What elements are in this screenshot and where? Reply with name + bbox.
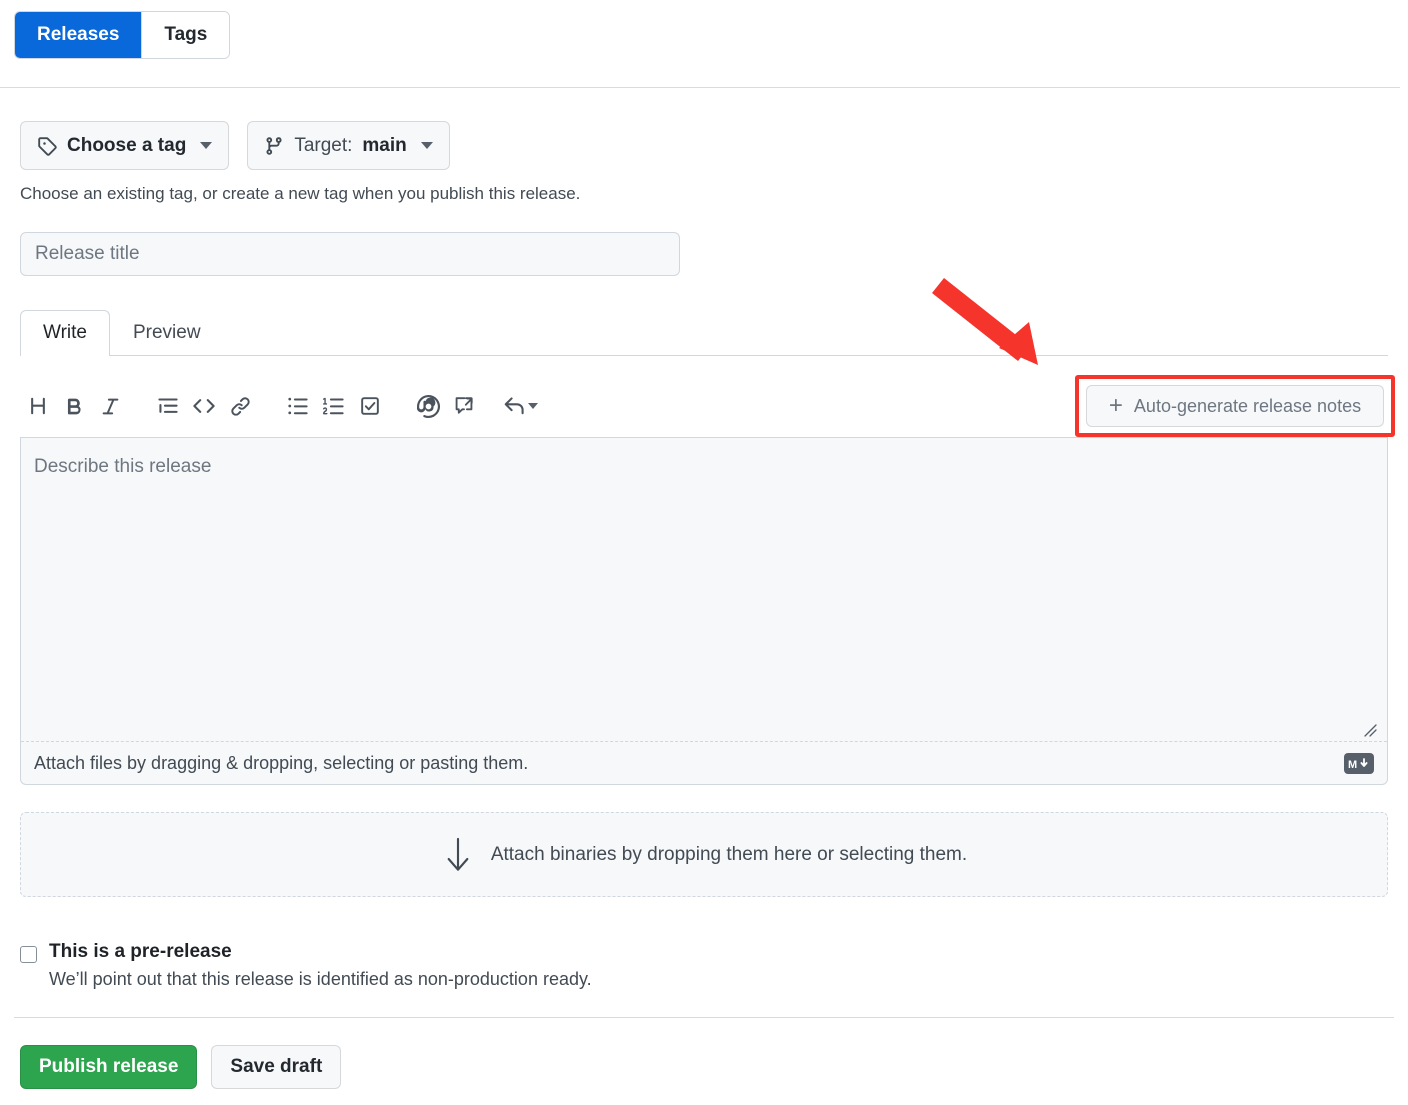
- releases-tags-switcher: Releases Tags: [14, 11, 231, 59]
- attach-files-hint: Attach files by dragging & dropping, sel…: [34, 753, 529, 773]
- tab-write-label: Write: [43, 322, 87, 343]
- release-title-placeholder: Release title: [35, 243, 140, 264]
- cross-reference-icon[interactable]: [446, 388, 482, 424]
- auto-generate-release-notes-button[interactable]: + Auto-generate release notes: [1086, 385, 1384, 427]
- tab-tags-label: Tags: [164, 24, 208, 45]
- chevron-down-icon: [200, 142, 213, 149]
- code-icon[interactable]: [186, 388, 222, 424]
- ordered-list-icon[interactable]: [316, 388, 352, 424]
- prerelease-label[interactable]: This is a pre-release: [49, 941, 232, 963]
- release-form-page: Releases Tags Choose a tag Target: main …: [0, 0, 1408, 1105]
- mention-icon[interactable]: [410, 388, 446, 424]
- publish-release-button[interactable]: Publish release: [20, 1045, 198, 1089]
- tab-preview-label: Preview: [132, 322, 201, 343]
- footer-divider: [14, 1017, 1394, 1018]
- release-title-input[interactable]: Release title: [20, 232, 680, 276]
- tag-icon: [37, 136, 57, 156]
- choose-tag-button[interactable]: Choose a tag: [20, 121, 230, 170]
- tab-releases-label: Releases: [37, 24, 120, 45]
- tab-preview[interactable]: Preview: [110, 310, 224, 356]
- editor-tabs: Write Preview: [20, 308, 224, 357]
- markdown-icon[interactable]: M: [1344, 753, 1374, 774]
- task-list-icon[interactable]: [352, 388, 388, 424]
- quote-icon[interactable]: [150, 388, 186, 424]
- save-draft-button[interactable]: Save draft: [211, 1045, 342, 1089]
- bold-icon[interactable]: [56, 388, 92, 424]
- target-branch-button[interactable]: Target: main: [247, 121, 450, 170]
- attach-binaries-text: Attach binaries by dropping them here or…: [490, 843, 968, 865]
- release-description-placeholder: Describe this release: [34, 456, 212, 477]
- save-draft-label: Save draft: [230, 1056, 323, 1077]
- heading-icon[interactable]: [20, 388, 56, 424]
- plus-icon: +: [1108, 392, 1123, 419]
- tab-write[interactable]: Write: [20, 310, 110, 357]
- auto-generate-label: Auto-generate release notes: [1133, 395, 1362, 416]
- release-description-box[interactable]: Describe this release Attach files by dr…: [20, 437, 1388, 785]
- unordered-list-icon[interactable]: [280, 388, 316, 424]
- git-branch-icon: [264, 136, 284, 156]
- prerelease-description: We’ll point out that this release is ide…: [49, 969, 592, 989]
- download-arrow-icon: [441, 835, 475, 875]
- prerelease-checkbox[interactable]: [20, 946, 37, 963]
- tab-releases[interactable]: Releases: [15, 12, 142, 58]
- tab-tags[interactable]: Tags: [142, 12, 230, 58]
- tag-helper-text: Choose an existing tag, or create a new …: [20, 184, 581, 203]
- prerelease-section: This is a pre-release We’ll point out th…: [20, 941, 592, 990]
- link-icon[interactable]: [222, 388, 258, 424]
- prerelease-row: This is a pre-release: [20, 941, 592, 963]
- choose-tag-label: Choose a tag: [67, 134, 187, 156]
- editor-tabs-underline: [20, 355, 1388, 356]
- svg-text:M: M: [1348, 759, 1357, 771]
- attach-binaries-dropzone[interactable]: Attach binaries by dropping them here or…: [20, 812, 1388, 897]
- resize-handle[interactable]: [1361, 721, 1377, 737]
- target-value-label: main: [362, 134, 407, 156]
- publish-release-label: Publish release: [39, 1056, 179, 1077]
- saved-reply-icon[interactable]: [494, 388, 546, 424]
- comment-box-footer: Attach files by dragging & dropping, sel…: [21, 742, 1387, 784]
- header-divider: [0, 87, 1400, 88]
- annotation-arrow-icon: [930, 268, 1080, 373]
- chevron-down-icon: [527, 403, 538, 409]
- target-prefix-label: Target:: [294, 134, 353, 156]
- chevron-down-icon: [420, 142, 433, 149]
- form-actions: Publish release Save draft: [20, 1045, 342, 1089]
- italic-icon[interactable]: [92, 388, 128, 424]
- tag-target-row: Choose a tag Target: main: [20, 121, 450, 170]
